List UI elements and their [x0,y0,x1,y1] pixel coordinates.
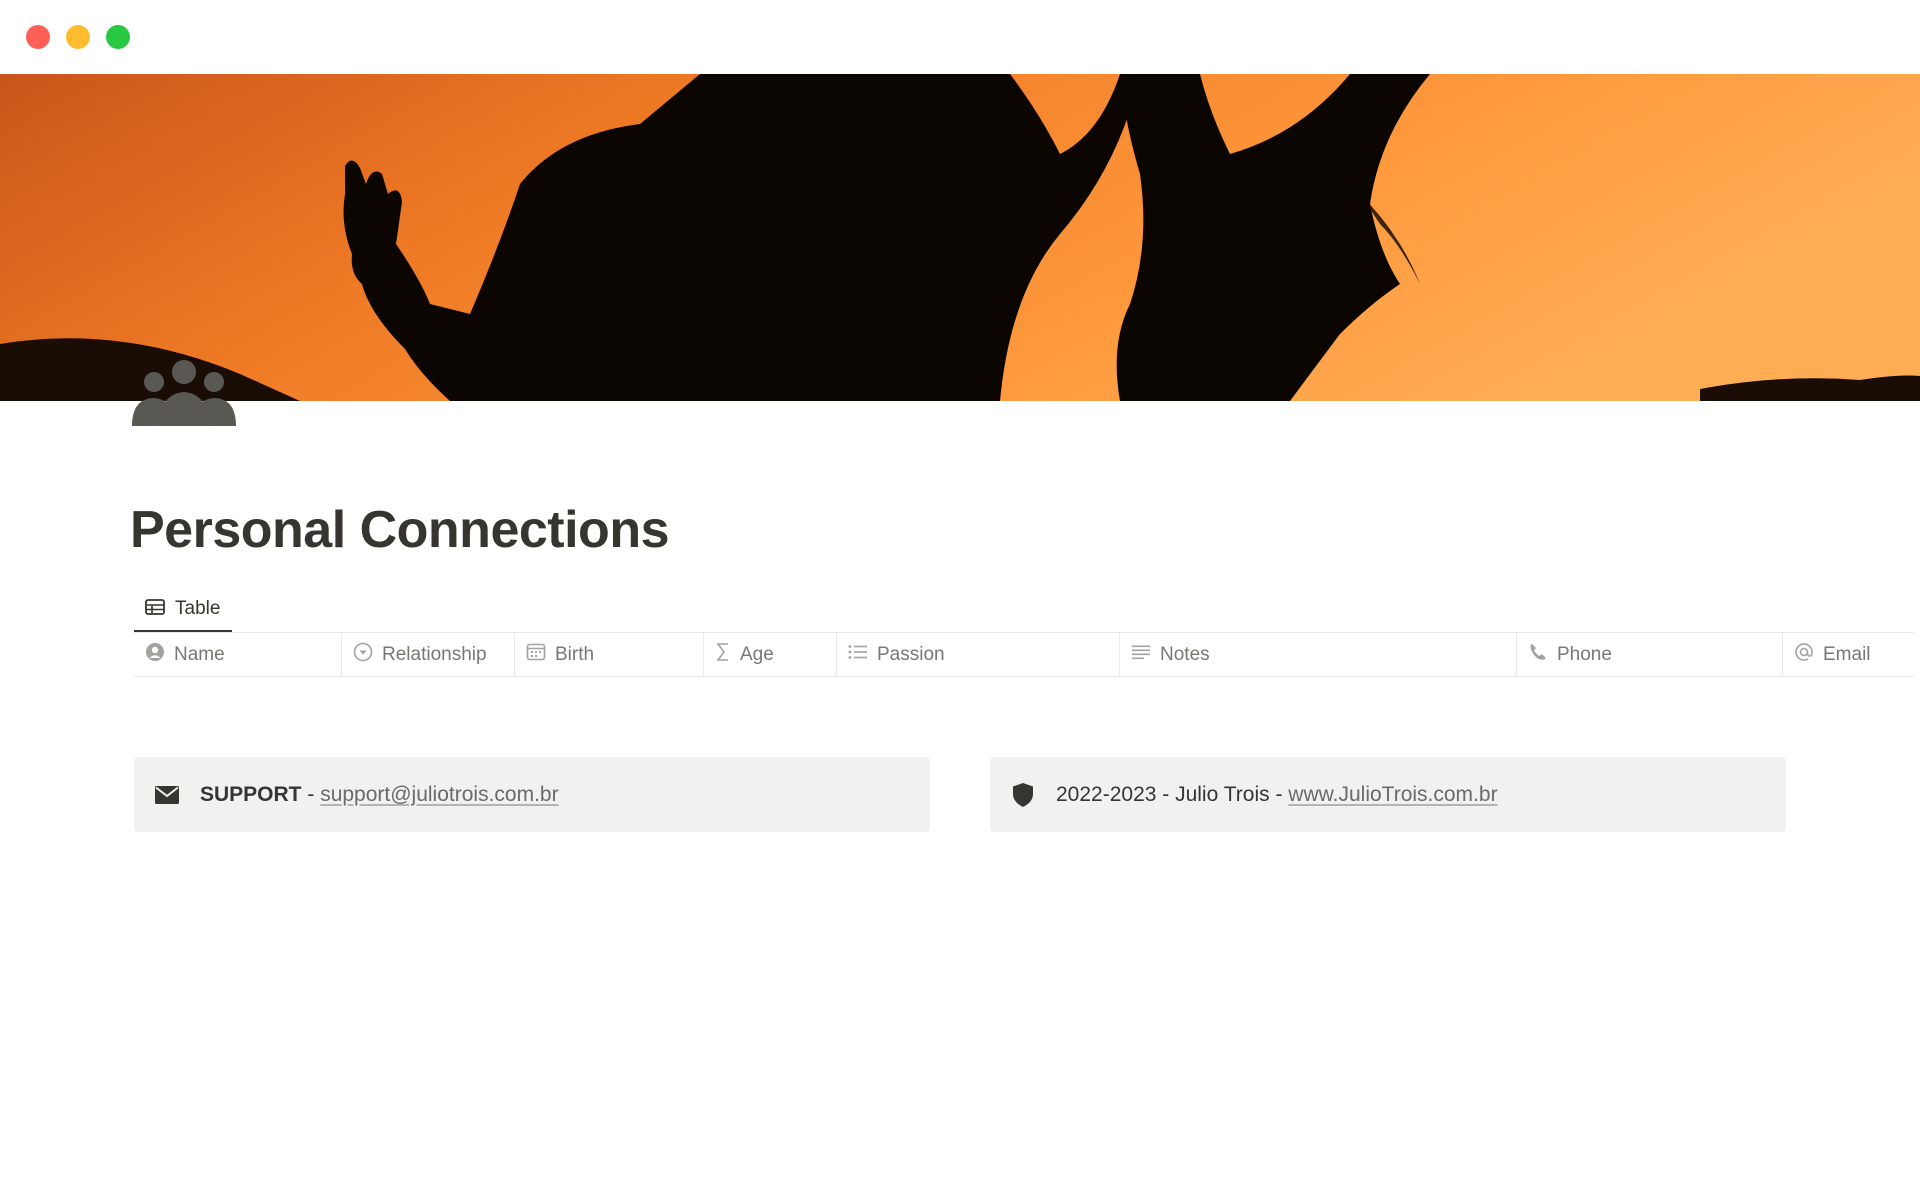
column-label: Notes [1160,643,1210,665]
minimize-window-button[interactable] [66,25,90,49]
column-label: Email [1823,643,1871,665]
column-label: Name [174,643,225,665]
text-lines-icon [1131,644,1151,665]
list-icon [848,644,868,665]
people-group-icon[interactable] [130,360,238,426]
credit-callout: 2022-2023 - Julio Trois - www.JulioTrois… [990,757,1786,832]
calendar-icon [526,643,546,666]
phone-icon [1528,642,1548,667]
credit-label: 2022-2023 - Julio Trois - [1056,782,1289,806]
page-title: Personal Connections [130,501,670,559]
window-titlebar [0,0,1920,74]
column-header-age[interactable]: Age [704,633,837,676]
envelope-icon [154,782,180,808]
shield-icon [1010,782,1036,808]
at-icon [1794,642,1814,667]
column-header-birth[interactable]: Birth [515,633,704,676]
column-header-relationship[interactable]: Relationship [342,633,515,676]
tab-table-view[interactable]: Table [134,588,233,632]
support-label: SUPPORT [200,782,302,806]
credit-text: 2022-2023 - Julio Trois - www.JulioTrois… [1056,783,1498,807]
select-icon [353,642,373,667]
close-window-button[interactable] [26,25,50,49]
column-label: Age [740,643,774,665]
column-header-passion[interactable]: Passion [837,633,1120,676]
tab-table-label: Table [175,598,221,619]
table-icon [145,598,165,620]
column-label: Passion [877,643,945,665]
support-email-link[interactable]: support@juliotrois.com.br [320,783,558,806]
page-cover-image [0,74,1920,401]
column-header-phone[interactable]: Phone [1517,633,1783,676]
sigma-icon [715,642,731,667]
support-callout: SUPPORT - support@juliotrois.com.br [134,757,930,832]
column-header-name[interactable]: Name [134,633,342,676]
column-label: Phone [1557,643,1612,665]
column-label: Relationship [382,643,487,665]
support-separator: - [301,782,321,806]
table-header: Name Relationship Birth Age Passion Note… [134,632,1914,677]
person-icon [145,642,165,667]
support-text: SUPPORT - support@juliotrois.com.br [200,783,559,807]
column-header-email[interactable]: Email [1783,633,1914,676]
view-tabs: Table [134,588,233,632]
column-header-notes[interactable]: Notes [1120,633,1517,676]
column-label: Birth [555,643,595,665]
maximize-window-button[interactable] [106,25,130,49]
credit-website-link[interactable]: www.JulioTrois.com.br [1288,783,1497,806]
